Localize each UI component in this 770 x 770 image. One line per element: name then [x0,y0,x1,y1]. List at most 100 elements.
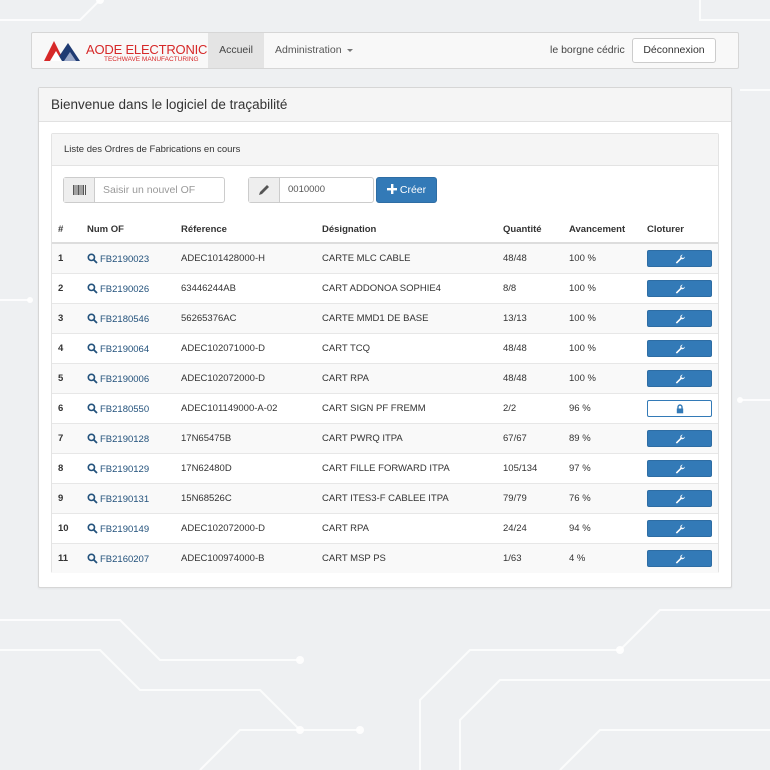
progress-cell: 100 % [569,363,647,394]
of-number: FB2190128 [100,433,150,445]
close-of-button[interactable] [647,430,712,447]
designation-cell: CARTE MLC CABLE [322,242,503,274]
reference-cell: 63446244AB [181,273,322,304]
of-link[interactable]: FB2190006 [87,373,149,385]
progress-cell: 97 % [569,453,647,484]
reference-cell: 17N65475B [181,423,322,454]
reference-cell: ADEC100974000-B [181,543,322,573]
quantity-cell: 67/67 [503,423,569,454]
close-cell [647,393,718,424]
close-of-button[interactable] [647,370,712,387]
logout-button[interactable]: Déconnexion [632,38,716,63]
row-index: 10 [52,513,87,544]
reopen-lock-button[interactable] [647,400,712,417]
close-of-button[interactable] [647,460,712,477]
row-index: 9 [52,483,87,514]
table-row: 2 FB2190026 63446244AB CART ADDONOA SOPHIE4… [52,273,718,304]
close-cell [647,333,718,364]
close-cell [647,303,718,334]
row-index: 1 [52,242,87,274]
of-link[interactable]: FB2190129 [87,463,150,475]
of-link[interactable]: FB2190023 [87,253,150,265]
table-row: 10 FB2190149 ADEC102072000-D CART RPA 24/24 9… [52,513,718,544]
create-button[interactable]: Créer [376,177,437,203]
row-index: 3 [52,303,87,334]
code-input-group[interactable]: 0010000 [248,177,374,203]
nav-home[interactable]: Accueil [208,33,264,68]
wrench-icon [675,254,685,264]
wrench-icon [675,464,685,474]
new-of-input[interactable]: Saisir un nouvel OF [103,178,195,202]
designation-cell: CART ITES3-F CABLEE ITPA [322,483,503,514]
search-icon [87,463,98,474]
of-link[interactable]: FB2180550 [87,403,149,415]
progress-cell: 4 % [569,543,647,573]
search-icon [87,283,98,294]
of-link[interactable]: FB2180546 [87,313,150,325]
of-link[interactable]: FB2190064 [87,343,149,355]
table-row: 9 FB2190131 15N68526C CART ITES3-F CABLEE I… [52,483,718,514]
wrench-icon [675,374,685,384]
reference-cell: ADEC102072000-D [181,363,322,394]
caret-down-icon [346,48,353,52]
pencil-icon [249,178,280,202]
of-link[interactable]: FB2190149 [87,523,149,535]
of-link[interactable]: FB2190128 [87,433,150,445]
close-cell [647,543,718,573]
row-index: 2 [52,273,87,304]
close-of-button[interactable] [647,280,712,297]
progress-cell: 100 % [569,333,647,364]
designation-cell: CART PWRQ ITPA [322,423,503,454]
designation-cell: CART ADDONOA SOPHIE4 [322,273,503,304]
progress-cell: 89 % [569,423,647,454]
close-of-button[interactable] [647,310,712,327]
wrench-icon [675,524,685,534]
of-number: FB2190023 [100,253,150,265]
reference-cell: ADEC101428000-H [181,242,322,274]
close-of-button[interactable] [647,550,712,567]
search-icon [87,553,98,564]
designation-cell: CART TCQ [322,333,503,364]
new-of-input-group[interactable]: Saisir un nouvel OF [63,177,225,203]
of-number: FB2190129 [100,463,150,475]
of-link[interactable]: FB2160207 [87,553,150,565]
section-title: Liste des Ordres de Fabrications en cour… [52,134,718,166]
search-icon [87,493,98,504]
create-button-label: Créer [399,184,427,196]
header-num-of: Num OF [87,216,181,244]
header-reference: Réference [181,216,322,244]
brand-logo[interactable]: AODE ELECTRONICS TECHWAVE MANUFACTURING [42,37,216,65]
close-of-button[interactable] [647,490,712,507]
progress-cell: 94 % [569,513,647,544]
of-number: FB2160207 [100,553,150,565]
designation-cell: CART RPA [322,513,503,544]
quantity-cell: 24/24 [503,513,569,544]
of-link[interactable]: FB2190026 [87,283,149,295]
lock-icon [676,404,684,414]
quantity-cell: 1/63 [503,543,569,573]
designation-cell: CART MSP PS [322,543,503,573]
search-icon [87,343,98,354]
close-cell [647,483,718,514]
of-number: FB2190131 [100,493,150,505]
header-designation: Désignation [322,216,503,244]
wrench-icon [675,344,685,354]
close-of-button[interactable] [647,520,712,537]
table-header-row: # Num OF Réference Désignation Quantité … [52,216,718,244]
nav-administration[interactable]: Administration [275,33,353,68]
search-icon [87,433,98,444]
close-cell [647,423,718,454]
quantity-cell: 48/48 [503,333,569,364]
wrench-icon [675,284,685,294]
table-row: 3 FB2180546 56265376AC CARTE MMD1 DE BASE 13… [52,303,718,334]
close-of-button[interactable] [647,250,712,267]
brand-name: AODE ELECTRONICS [86,42,216,57]
search-icon [87,523,98,534]
code-input[interactable]: 0010000 [288,178,325,202]
row-index: 6 [52,393,87,424]
close-of-button[interactable] [647,340,712,357]
of-number: FB2180546 [100,313,150,325]
wrench-icon [675,314,685,324]
close-cell [647,453,718,484]
of-link[interactable]: FB2190131 [87,493,150,505]
